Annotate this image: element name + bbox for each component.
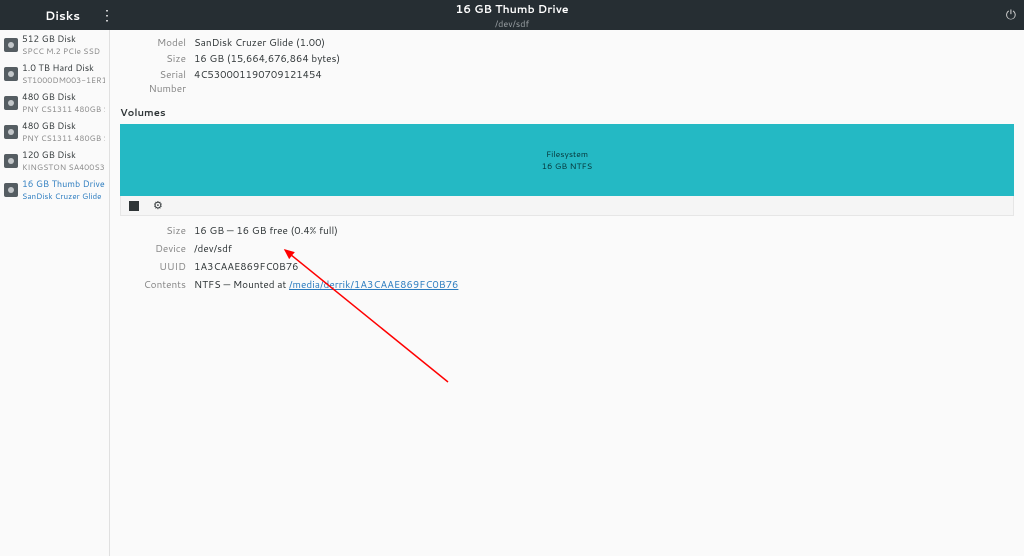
vol-uuid-label: UUID	[120, 260, 186, 274]
header-drive-title: 16 GB Thumb Drive	[455, 1, 568, 17]
sidebar-item-sub: KINGSTON SA400S37120G	[22, 161, 105, 173]
vol-size-label: Size	[120, 224, 186, 238]
sidebar-item-disk[interactable]: 480 GB DiskPNY CS1311 480GB SSD	[0, 117, 109, 146]
model-value: SanDisk Cruzer Glide (1.00)	[194, 36, 325, 50]
sidebar-item-disk[interactable]: 1.0 TB Hard DiskST1000DM003-1ER162	[0, 59, 109, 88]
app-title: Disks	[45, 7, 80, 24]
sidebar-item-sub: PNY CS1311 480GB SSD	[22, 132, 105, 144]
vol-size-value: 16 GB — 16 GB free (0.4% full)	[194, 224, 338, 238]
vol-contents-prefix: NTFS — Mounted at	[194, 278, 289, 292]
sidebar-item-disk[interactable]: 120 GB DiskKINGSTON SA400S37120G	[0, 146, 109, 175]
vol-uuid-value: 1A3CAAE869FC0B76	[194, 260, 299, 274]
sidebar-item-title: 480 GB Disk	[22, 119, 105, 132]
vol-contents-label: Contents	[120, 278, 186, 292]
disk-icon	[4, 183, 18, 197]
vol-device-value: /dev/sdf	[194, 242, 232, 256]
sidebar-item-disk[interactable]: 480 GB DiskPNY CS1311 480GB SSD	[0, 88, 109, 117]
sidebar-item-title: 1.0 TB Hard Disk	[22, 61, 105, 74]
header-drive-sub: /dev/sdf	[455, 17, 568, 30]
mount-path-link[interactable]: /media/derrik/1A3CAAE869FC0B76	[289, 278, 458, 292]
volume-settings-icon[interactable]: ⚙	[153, 200, 163, 211]
model-label: Model	[120, 36, 186, 50]
vol-contents-value: NTFS — Mounted at /media/derrik/1A3CAAE8…	[194, 278, 458, 292]
serial-label: Serial Number	[120, 68, 186, 96]
disk-icon	[4, 125, 18, 139]
disk-icon	[4, 96, 18, 110]
header-drive-info: 16 GB Thumb Drive /dev/sdf	[455, 1, 568, 30]
power-icon[interactable]: ⏻	[1006, 6, 1016, 24]
sidebar-item-disk[interactable]: 16 GB Thumb DriveSanDisk Cruzer Glide	[0, 175, 109, 204]
sidebar-item-title: 16 GB Thumb Drive	[22, 177, 105, 190]
header-bar: Disks ⋮ 16 GB Thumb Drive /dev/sdf ⏻	[0, 0, 1024, 30]
menu-icon[interactable]: ⋮	[100, 5, 114, 25]
serial-value: 4C530001190709121454	[194, 68, 322, 96]
sidebar-item-title: 120 GB Disk	[22, 148, 105, 161]
main-content: Model SanDisk Cruzer Glide (1.00) Size 1…	[110, 30, 1024, 556]
disk-icon	[4, 67, 18, 81]
volumes-heading: Volumes	[120, 106, 1014, 120]
sidebar-item-sub: ST1000DM003-1ER162	[22, 74, 105, 86]
sidebar-item-sub: SanDisk Cruzer Glide	[22, 190, 105, 202]
size-value: 16 GB (15,664,676,864 bytes)	[194, 52, 340, 66]
volume-size-label: 16 GB NTFS	[542, 160, 593, 172]
size-label: Size	[120, 52, 186, 66]
disk-icon	[4, 38, 18, 52]
sidebar-item-sub: SPCC M.2 PCIe SSD	[22, 45, 100, 57]
sidebar-item-sub: PNY CS1311 480GB SSD	[22, 103, 105, 115]
volume-toolbar: ⚙	[120, 196, 1014, 216]
volume-partition[interactable]: Filesystem 16 GB NTFS	[120, 124, 1014, 196]
sidebar-item-disk[interactable]: 512 GB DiskSPCC M.2 PCIe SSD	[0, 30, 109, 59]
vol-device-label: Device	[120, 242, 186, 256]
sidebar: 512 GB DiskSPCC M.2 PCIe SSD1.0 TB Hard …	[0, 30, 110, 556]
volume-fs-label: Filesystem	[546, 148, 588, 160]
disk-icon	[4, 154, 18, 168]
unmount-icon[interactable]	[129, 201, 139, 211]
sidebar-item-title: 512 GB Disk	[22, 32, 100, 45]
sidebar-item-title: 480 GB Disk	[22, 90, 105, 103]
